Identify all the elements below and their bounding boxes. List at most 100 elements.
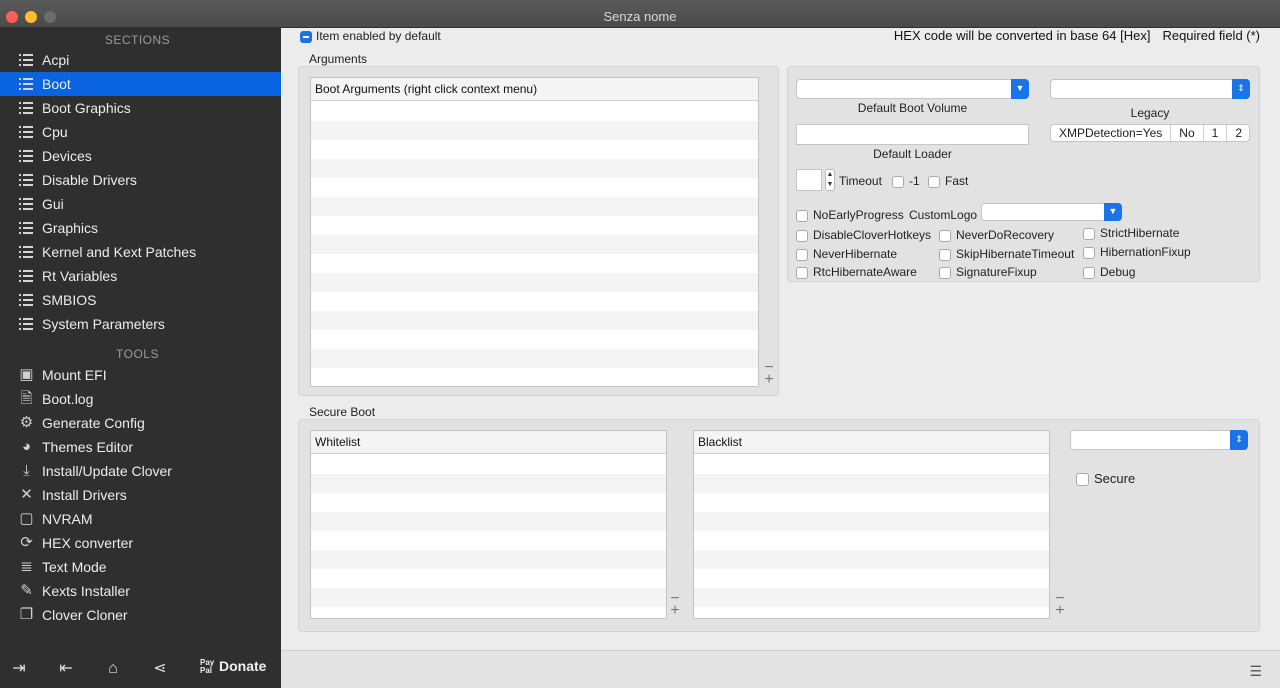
add-whitelist-button[interactable]: + bbox=[668, 603, 682, 619]
sidebar-item-kernel-and-kext-patches[interactable]: Kernel and Kext Patches bbox=[0, 240, 281, 264]
sidebar-item-acpi[interactable]: Acpi bbox=[0, 48, 281, 72]
segment-1[interactable]: 1 bbox=[1204, 125, 1228, 141]
option-label: DisableCloverHotkeys bbox=[813, 228, 932, 242]
checkbox-mixed-icon bbox=[300, 30, 312, 43]
window-title: Senza nome bbox=[603, 9, 677, 24]
option-label: Debug bbox=[1100, 265, 1136, 279]
segment-no[interactable]: No bbox=[1171, 125, 1204, 141]
legacy-popup[interactable]: ⇕ bbox=[1050, 79, 1250, 99]
tool-item-kexts-installer[interactable]: ✎ Kexts Installer bbox=[0, 579, 281, 603]
segment-xmp-yes[interactable]: XMPDetection=Yes bbox=[1051, 125, 1172, 141]
sidebar-item-graphics[interactable]: Graphics bbox=[0, 216, 281, 240]
sidebar-item-gui[interactable]: Gui bbox=[0, 192, 281, 216]
title-bar: Senza nome bbox=[0, 0, 1280, 28]
default-loader-field[interactable] bbox=[796, 124, 1029, 145]
menu-icon[interactable]: ☰ bbox=[1249, 663, 1262, 680]
whitelist-table[interactable]: Whitelist bbox=[310, 430, 667, 619]
option-checkbox[interactable]: HibernationFixup bbox=[1083, 245, 1191, 259]
add-blacklist-button[interactable]: + bbox=[1053, 603, 1067, 619]
list-icon bbox=[18, 268, 34, 284]
sidebar-item-smbios[interactable]: SMBIOS bbox=[0, 288, 281, 312]
boot-arguments-table[interactable]: Boot Arguments (right click context menu… bbox=[310, 77, 759, 387]
sidebar-item-label: Devices bbox=[42, 148, 92, 164]
tool-item-boot-log[interactable]: 🗎 Boot.log bbox=[0, 387, 281, 411]
tool-item-generate-config[interactable]: ⚙ Generate Config bbox=[0, 411, 281, 435]
sidebar-bottom-bar: ⇥ ⇤ ⌂ ⋖ Pay Pal Donate bbox=[0, 650, 281, 688]
option-checkbox[interactable]: DisableCloverHotkeys bbox=[796, 228, 931, 242]
xmp-detection-segmented[interactable]: XMPDetection=Yes No 1 2 bbox=[1050, 124, 1250, 142]
tool-item-label: Boot.log bbox=[42, 391, 94, 407]
whitelist-rows[interactable] bbox=[311, 455, 666, 618]
option-checkbox[interactable]: NeverHibernate bbox=[796, 247, 897, 261]
sidebar-item-label: Rt Variables bbox=[42, 268, 118, 284]
sidebar-item-boot-graphics[interactable]: Boot Graphics bbox=[0, 96, 281, 120]
sidebar-item-rt-variables[interactable]: Rt Variables bbox=[0, 264, 281, 288]
option-label: SkipHibernateTimeout bbox=[956, 247, 1075, 261]
download-icon: ⤓ bbox=[23, 462, 30, 479]
default-loader-label: Default Loader bbox=[873, 147, 952, 161]
sidebar-item-label: Boot Graphics bbox=[42, 100, 131, 116]
sidebar-item-boot[interactable]: Boot bbox=[0, 72, 281, 96]
home-icon[interactable]: ⌂ bbox=[104, 660, 122, 678]
minus-one-checkbox[interactable]: -1 bbox=[892, 174, 920, 188]
sidebar-item-label: Boot bbox=[42, 76, 71, 92]
timeout-stepper[interactable]: ▲ ▼ bbox=[825, 169, 835, 191]
blacklist-table[interactable]: Blacklist bbox=[693, 430, 1050, 619]
paypal-icon: Pay Pal bbox=[200, 658, 215, 676]
sidebar-item-system-parameters[interactable]: System Parameters bbox=[0, 312, 281, 336]
add-argument-button[interactable]: + bbox=[762, 372, 776, 388]
option-checkbox[interactable]: StrictHibernate bbox=[1083, 226, 1179, 240]
tool-item-nvram[interactable]: ▢ NVRAM bbox=[0, 507, 281, 531]
segment-2[interactable]: 2 bbox=[1227, 125, 1250, 141]
disk-icon: ▣ bbox=[19, 366, 34, 383]
tool-item-mount-efi[interactable]: ▣ Mount EFI bbox=[0, 363, 281, 387]
status-bar: ☰ bbox=[281, 650, 1280, 688]
list-icon bbox=[18, 76, 34, 92]
top-notes: HEX code will be converted in base 64 [H… bbox=[882, 28, 1260, 43]
fast-label: Fast bbox=[945, 174, 969, 188]
option-checkbox[interactable]: Debug bbox=[1083, 265, 1135, 279]
tool-item-install-drivers[interactable]: ✕ Install Drivers bbox=[0, 483, 281, 507]
tool-item-label: Kexts Installer bbox=[42, 583, 130, 599]
boot-arguments-header[interactable]: Boot Arguments (right click context menu… bbox=[311, 78, 758, 101]
blacklist-rows[interactable] bbox=[694, 455, 1049, 618]
tool-item-clover-cloner[interactable]: ❐ Clover Cloner bbox=[0, 603, 281, 627]
tool-item-install-update-clover[interactable]: ⤓ Install/Update Clover bbox=[0, 459, 281, 483]
option-label: NeverHibernate bbox=[813, 247, 898, 261]
whitelist-header[interactable]: Whitelist bbox=[311, 431, 666, 454]
tool-item-hex-converter[interactable]: ⟳ HEX converter bbox=[0, 531, 281, 555]
list-icon bbox=[18, 124, 34, 140]
secure-checkbox[interactable]: Secure bbox=[1076, 471, 1135, 487]
option-checkbox[interactable]: SkipHibernateTimeout bbox=[939, 247, 1074, 261]
blacklist-header[interactable]: Blacklist bbox=[694, 431, 1049, 454]
tool-item-text-mode[interactable]: ≣ Text Mode bbox=[0, 555, 281, 579]
import-icon[interactable]: ⇥ bbox=[10, 660, 28, 678]
palette-icon: ◕ bbox=[21, 438, 32, 455]
no-early-progress-checkbox[interactable]: NoEarlyProgress bbox=[796, 208, 904, 222]
item-enabled-checkbox[interactable]: Item enabled by default bbox=[300, 29, 441, 43]
sidebar-item-devices[interactable]: Devices bbox=[0, 144, 281, 168]
default-boot-volume-popup[interactable]: ▼ bbox=[796, 79, 1029, 99]
timeout-field[interactable] bbox=[796, 169, 822, 191]
share-icon[interactable]: ⋖ bbox=[151, 660, 169, 678]
sidebar-item-label: System Parameters bbox=[42, 316, 165, 332]
option-checkbox[interactable]: SignatureFixup bbox=[939, 265, 1037, 279]
option-checkbox[interactable]: RtcHibernateAware bbox=[796, 265, 917, 279]
tool-item-themes-editor[interactable]: ◕ Themes Editor bbox=[0, 435, 281, 459]
hex-note: HEX code will be converted in base 64 [H… bbox=[893, 28, 1151, 43]
option-checkbox[interactable]: NeverDoRecovery bbox=[939, 228, 1054, 242]
secure-boot-policy-popup[interactable]: ⇕ bbox=[1070, 430, 1248, 450]
donate-button[interactable]: Pay Pal Donate bbox=[200, 658, 266, 675]
sidebar-item-disable-drivers[interactable]: Disable Drivers bbox=[0, 168, 281, 192]
custom-logo-label: CustomLogo bbox=[909, 208, 978, 222]
tool-item-label: Install Drivers bbox=[42, 487, 127, 503]
donate-label: Donate bbox=[219, 658, 267, 674]
fast-checkbox[interactable]: Fast bbox=[928, 174, 968, 188]
custom-logo-popup[interactable]: ▼ bbox=[981, 203, 1122, 221]
legacy-label: Legacy bbox=[1130, 106, 1170, 120]
copy-icon: ❐ bbox=[19, 606, 34, 623]
export-icon[interactable]: ⇤ bbox=[57, 660, 75, 678]
sidebar-item-cpu[interactable]: Cpu bbox=[0, 120, 281, 144]
boot-arguments-rows[interactable] bbox=[311, 102, 758, 386]
chevron-updown-icon: ⇕ bbox=[1230, 430, 1248, 450]
